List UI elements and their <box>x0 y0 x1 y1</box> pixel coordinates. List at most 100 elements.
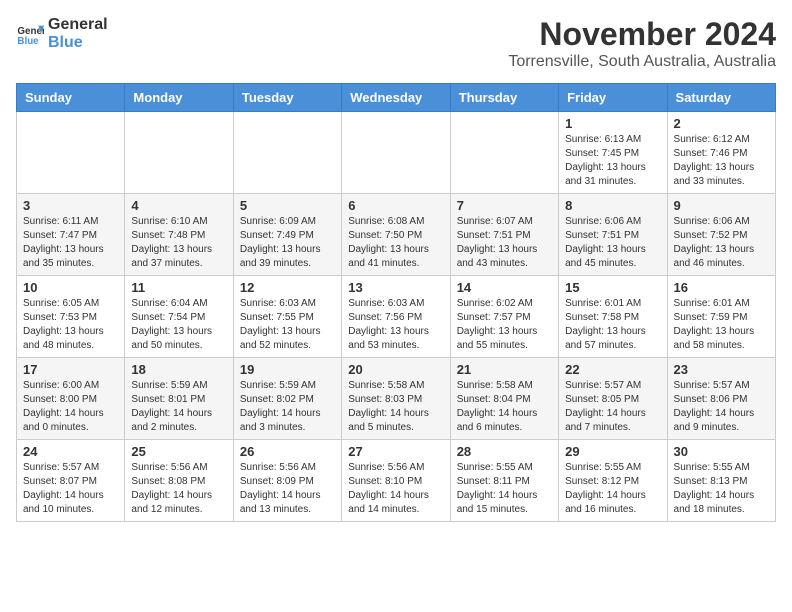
day-info: Sunrise: 5:57 AM Sunset: 8:05 PM Dayligh… <box>565 379 660 435</box>
calendar-day-cell: 7Sunrise: 6:07 AM Sunset: 7:51 PM Daylig… <box>450 194 558 276</box>
calendar-day-cell: 11 Sunrise: 6:04 AM Sunset: 7:54 PM Dayli… <box>125 276 233 358</box>
calendar-day-cell: 30Sunrise: 5:55 AM Sunset: 8:13 PM Dayli… <box>667 440 775 522</box>
day-number: 4 <box>131 198 226 213</box>
day-info: Sunrise: 6:03 AM Sunset: 7:56 PM Dayligh… <box>348 297 443 353</box>
day-info: Sunrise: 5:57 AM Sunset: 8:06 PM Dayligh… <box>674 379 769 435</box>
day-number: 3 <box>23 198 118 213</box>
day-info: Sunrise: 6:04 AM Sunset: 7:54 PM Dayligh… <box>131 297 226 353</box>
logo-icon: General Blue <box>16 20 44 48</box>
calendar-week-row: 24 Sunrise: 5:57 AM Sunset: 8:07 PM Dayli… <box>17 440 776 522</box>
calendar-day-cell: 26 Sunrise: 5:56 AM Sunset: 8:09 PM Dayli… <box>233 440 341 522</box>
day-number: 20 <box>348 362 443 377</box>
day-info: Sunrise: 5:56 AM Sunset: 8:10 PM Dayligh… <box>348 461 443 517</box>
calendar-day-cell: 18Sunrise: 5:59 AM Sunset: 8:01 PM Dayli… <box>125 358 233 440</box>
calendar-day-cell: 25 Sunrise: 5:56 AM Sunset: 8:08 PM Dayli… <box>125 440 233 522</box>
calendar-day-cell: 17Sunrise: 6:00 AM Sunset: 8:00 PM Dayli… <box>17 358 125 440</box>
calendar-day-cell <box>342 112 450 194</box>
day-number: 26 <box>240 444 335 459</box>
day-number: 16 <box>674 280 769 295</box>
day-number: 19 <box>240 362 335 377</box>
day-info: Sunrise: 6:00 AM Sunset: 8:00 PM Dayligh… <box>23 379 118 435</box>
calendar-day-cell: 13 Sunrise: 6:03 AM Sunset: 7:56 PM Dayli… <box>342 276 450 358</box>
calendar-day-cell: 9 Sunrise: 6:06 AM Sunset: 7:52 PM Daylig… <box>667 194 775 276</box>
title-block: November 2024 Torrensville, South Austra… <box>508 16 776 71</box>
day-number: 25 <box>131 444 226 459</box>
calendar-day-cell: 16 Sunrise: 6:01 AM Sunset: 7:59 PM Dayli… <box>667 276 775 358</box>
calendar-day-cell: 12 Sunrise: 6:03 AM Sunset: 7:55 PM Dayli… <box>233 276 341 358</box>
day-number: 8 <box>565 198 660 213</box>
svg-text:Blue: Blue <box>17 35 39 46</box>
location-subtitle: Torrensville, South Australia, Australia <box>508 53 776 71</box>
calendar-day-cell: 20 Sunrise: 5:58 AM Sunset: 8:03 PM Dayli… <box>342 358 450 440</box>
day-info: Sunrise: 5:55 AM Sunset: 8:11 PM Dayligh… <box>457 461 552 517</box>
calendar-day-cell: 8 Sunrise: 6:06 AM Sunset: 7:51 PM Daylig… <box>559 194 667 276</box>
day-info: Sunrise: 6:10 AM Sunset: 7:48 PM Dayligh… <box>131 215 226 271</box>
day-number: 10 <box>23 280 118 295</box>
calendar-day-cell: 14 Sunrise: 6:02 AM Sunset: 7:57 PM Dayli… <box>450 276 558 358</box>
calendar-day-cell: 24 Sunrise: 5:57 AM Sunset: 8:07 PM Dayli… <box>17 440 125 522</box>
calendar-week-row: 17Sunrise: 6:00 AM Sunset: 8:00 PM Dayli… <box>17 358 776 440</box>
calendar-day-cell: 15Sunrise: 6:01 AM Sunset: 7:58 PM Dayli… <box>559 276 667 358</box>
day-info: Sunrise: 6:01 AM Sunset: 7:59 PM Dayligh… <box>674 297 769 353</box>
day-info: Sunrise: 6:02 AM Sunset: 7:57 PM Dayligh… <box>457 297 552 353</box>
calendar-day-cell: 22 Sunrise: 5:57 AM Sunset: 8:05 PM Dayli… <box>559 358 667 440</box>
day-number: 27 <box>348 444 443 459</box>
day-number: 21 <box>457 362 552 377</box>
calendar-week-row: 3 Sunrise: 6:11 AM Sunset: 7:47 PM Daylig… <box>17 194 776 276</box>
weekday-header-friday: Friday <box>559 84 667 112</box>
day-number: 15 <box>565 280 660 295</box>
logo-blue-text: Blue <box>48 34 108 52</box>
calendar-day-cell: 29 Sunrise: 5:55 AM Sunset: 8:12 PM Dayli… <box>559 440 667 522</box>
calendar-day-cell <box>450 112 558 194</box>
day-info: Sunrise: 6:06 AM Sunset: 7:51 PM Dayligh… <box>565 215 660 271</box>
calendar-day-cell: 3 Sunrise: 6:11 AM Sunset: 7:47 PM Daylig… <box>17 194 125 276</box>
day-number: 29 <box>565 444 660 459</box>
day-info: Sunrise: 5:59 AM Sunset: 8:02 PM Dayligh… <box>240 379 335 435</box>
logo: General Blue General Blue <box>16 16 108 51</box>
calendar-day-cell: 21 Sunrise: 5:58 AM Sunset: 8:04 PM Dayli… <box>450 358 558 440</box>
day-info: Sunrise: 5:56 AM Sunset: 8:08 PM Dayligh… <box>131 461 226 517</box>
day-number: 30 <box>674 444 769 459</box>
day-info: Sunrise: 6:12 AM Sunset: 7:46 PM Dayligh… <box>674 133 769 189</box>
day-info: Sunrise: 5:56 AM Sunset: 8:09 PM Dayligh… <box>240 461 335 517</box>
day-info: Sunrise: 6:03 AM Sunset: 7:55 PM Dayligh… <box>240 297 335 353</box>
day-number: 22 <box>565 362 660 377</box>
calendar-week-row: 10Sunrise: 6:05 AM Sunset: 7:53 PM Dayli… <box>17 276 776 358</box>
day-number: 14 <box>457 280 552 295</box>
day-info: Sunrise: 6:07 AM Sunset: 7:51 PM Dayligh… <box>457 215 552 271</box>
weekday-header-monday: Monday <box>125 84 233 112</box>
day-number: 12 <box>240 280 335 295</box>
calendar-day-cell: 2 Sunrise: 6:12 AM Sunset: 7:46 PM Daylig… <box>667 112 775 194</box>
day-info: Sunrise: 6:11 AM Sunset: 7:47 PM Dayligh… <box>23 215 118 271</box>
day-number: 24 <box>23 444 118 459</box>
day-info: Sunrise: 5:59 AM Sunset: 8:01 PM Dayligh… <box>131 379 226 435</box>
weekday-header-wednesday: Wednesday <box>342 84 450 112</box>
calendar-day-cell: 6Sunrise: 6:08 AM Sunset: 7:50 PM Daylig… <box>342 194 450 276</box>
calendar-day-cell: 27 Sunrise: 5:56 AM Sunset: 8:10 PM Dayli… <box>342 440 450 522</box>
calendar-day-cell: 19 Sunrise: 5:59 AM Sunset: 8:02 PM Dayli… <box>233 358 341 440</box>
weekday-header-sunday: Sunday <box>17 84 125 112</box>
day-number: 9 <box>674 198 769 213</box>
day-number: 2 <box>674 116 769 131</box>
calendar-day-cell: 10Sunrise: 6:05 AM Sunset: 7:53 PM Dayli… <box>17 276 125 358</box>
day-info: Sunrise: 6:06 AM Sunset: 7:52 PM Dayligh… <box>674 215 769 271</box>
calendar-day-cell <box>125 112 233 194</box>
day-number: 6 <box>348 198 443 213</box>
calendar-day-cell: 5Sunrise: 6:09 AM Sunset: 7:49 PM Daylig… <box>233 194 341 276</box>
day-info: Sunrise: 5:57 AM Sunset: 8:07 PM Dayligh… <box>23 461 118 517</box>
weekday-header-tuesday: Tuesday <box>233 84 341 112</box>
calendar-week-row: 1Sunrise: 6:13 AM Sunset: 7:45 PM Daylig… <box>17 112 776 194</box>
day-info: Sunrise: 5:55 AM Sunset: 8:12 PM Dayligh… <box>565 461 660 517</box>
weekday-header-thursday: Thursday <box>450 84 558 112</box>
day-info: Sunrise: 5:58 AM Sunset: 8:04 PM Dayligh… <box>457 379 552 435</box>
month-title: November 2024 <box>508 16 776 53</box>
calendar-day-cell: 1Sunrise: 6:13 AM Sunset: 7:45 PM Daylig… <box>559 112 667 194</box>
weekday-header-row: SundayMondayTuesdayWednesdayThursdayFrid… <box>17 84 776 112</box>
page-header: General Blue General Blue November 2024 … <box>16 16 776 71</box>
day-number: 13 <box>348 280 443 295</box>
day-number: 11 <box>131 280 226 295</box>
calendar-day-cell: 4 Sunrise: 6:10 AM Sunset: 7:48 PM Daylig… <box>125 194 233 276</box>
day-info: Sunrise: 5:58 AM Sunset: 8:03 PM Dayligh… <box>348 379 443 435</box>
day-number: 1 <box>565 116 660 131</box>
weekday-header-saturday: Saturday <box>667 84 775 112</box>
